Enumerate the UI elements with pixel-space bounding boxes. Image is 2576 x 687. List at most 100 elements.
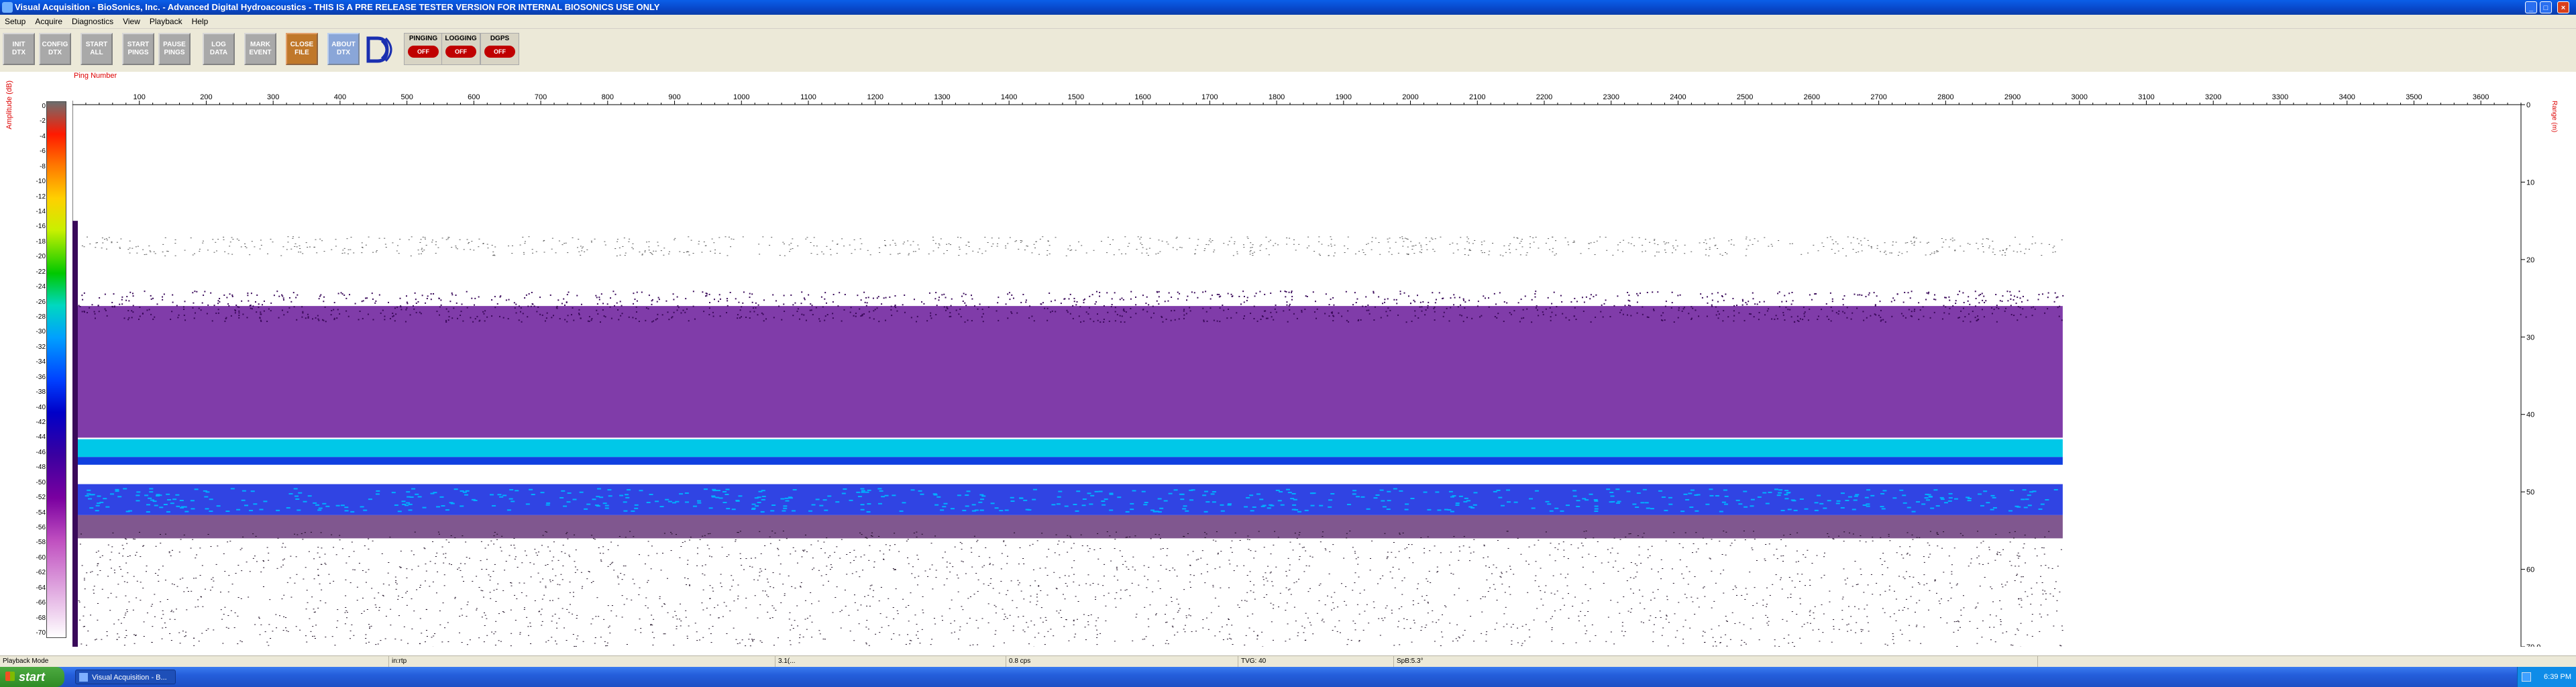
band-highlight bbox=[506, 509, 511, 511]
band-highlight bbox=[1498, 496, 1503, 498]
scatter-speckle bbox=[384, 319, 386, 321]
scatter-speckle bbox=[1568, 319, 1570, 321]
noise-speckle bbox=[99, 557, 101, 558]
noise-speckle bbox=[819, 633, 821, 635]
scatter-speckle bbox=[1787, 309, 1789, 311]
maximize-button[interactable]: □ bbox=[2540, 1, 2552, 13]
echogram-panel[interactable]: 100 200 300 400 500 600 700 800 900 1000 1100 1200 1… bbox=[72, 86, 2541, 647]
scatter-speckle bbox=[1945, 306, 1947, 308]
surface-echo-mark bbox=[1403, 241, 1405, 242]
config-dtx-button[interactable]: CONFIG DTX bbox=[39, 33, 71, 65]
init-dtx-button[interactable]: INIT DTX bbox=[3, 33, 35, 65]
start-all-button[interactable]: START ALL bbox=[80, 33, 113, 65]
scatter-speckle bbox=[568, 291, 570, 293]
noise-speckle bbox=[519, 582, 521, 584]
noise-speckle bbox=[1959, 627, 1961, 628]
surface-echo-mark bbox=[641, 254, 643, 256]
noise-speckle bbox=[1089, 584, 1091, 586]
surface-echo-mark bbox=[1532, 237, 1534, 238]
about-dtx-button[interactable]: ABOUT DTX bbox=[327, 33, 360, 65]
noise-speckle bbox=[1298, 578, 1300, 580]
scatter-speckle bbox=[1481, 315, 1483, 317]
menu-diagnostics[interactable]: Diagnostics bbox=[67, 15, 118, 28]
scatter-speckle bbox=[876, 297, 878, 299]
noise-speckle bbox=[213, 629, 215, 631]
band-highlight bbox=[184, 511, 189, 513]
secondary-echo-band bbox=[78, 484, 2063, 515]
scatter-speckle bbox=[515, 312, 517, 314]
menu-setup[interactable]: Setup bbox=[0, 15, 30, 28]
noise-speckle bbox=[784, 593, 786, 594]
menu-help[interactable]: Help bbox=[187, 15, 213, 28]
scatter-speckle bbox=[1091, 294, 1093, 296]
noise-speckle bbox=[541, 625, 543, 626]
scatter-speckle bbox=[1060, 303, 1062, 305]
scatter-speckle bbox=[1803, 307, 1805, 309]
minimize-button[interactable]: _ bbox=[2525, 1, 2537, 13]
scatter-speckle bbox=[1158, 296, 1160, 298]
scatter-speckle bbox=[119, 303, 121, 305]
scatter-speckle bbox=[1873, 292, 1875, 294]
scatter-speckle bbox=[1262, 316, 1264, 318]
noise-speckle bbox=[1882, 608, 1884, 609]
close-window-button[interactable]: × bbox=[2557, 1, 2569, 13]
noise-speckle bbox=[1778, 646, 1780, 647]
scatter-speckle bbox=[853, 315, 855, 317]
noise-speckle bbox=[1977, 602, 1979, 604]
noise-speckle bbox=[158, 580, 160, 582]
menu-playback[interactable]: Playback bbox=[145, 15, 187, 28]
start-pings-button[interactable]: START PINGS bbox=[122, 33, 154, 65]
log-data-button[interactable]: LOG DATA bbox=[203, 33, 235, 65]
surface-echo-mark bbox=[1709, 238, 1711, 240]
noise-speckle bbox=[529, 562, 531, 564]
surface-echo-mark bbox=[1642, 244, 1644, 246]
scatter-speckle bbox=[1550, 319, 1552, 321]
noise-speckle bbox=[1464, 629, 1466, 631]
surface-echo-mark bbox=[1911, 243, 1913, 244]
scatter-speckle bbox=[270, 310, 272, 312]
band-highlight bbox=[85, 495, 89, 497]
noise-speckle bbox=[1152, 556, 1155, 558]
echogram-chart[interactable]: 100 200 300 400 500 600 700 800 900 1000 1100 1200 1… bbox=[72, 86, 2541, 647]
menu-view[interactable]: View bbox=[118, 15, 145, 28]
noise-speckle bbox=[374, 604, 376, 606]
pause-pings-button[interactable]: PAUSE PINGS bbox=[158, 33, 191, 65]
noise-speckle bbox=[321, 547, 323, 549]
mark-event-button[interactable]: MARK EVENT bbox=[244, 33, 276, 65]
close-file-button[interactable]: CLOSE FILE bbox=[286, 33, 318, 65]
band-highlight bbox=[1765, 503, 1770, 505]
noise-speckle bbox=[196, 554, 198, 556]
surface-echo-mark bbox=[1770, 244, 1772, 245]
noise-speckle bbox=[2015, 634, 2017, 635]
scatter-speckle bbox=[1183, 309, 1185, 311]
band-highlight bbox=[597, 488, 602, 490]
noise-speckle bbox=[1114, 548, 1116, 549]
scatter-speckle bbox=[1717, 317, 1719, 319]
band-highlight bbox=[1762, 492, 1767, 494]
y-tick-label: 0 bbox=[2526, 101, 2530, 109]
noise-speckle bbox=[239, 549, 241, 550]
noise-speckle bbox=[1535, 561, 1537, 562]
scatter-speckle bbox=[971, 295, 973, 297]
noise-speckle bbox=[1538, 539, 1540, 541]
logging-indicator: LOGGING OFF bbox=[441, 33, 480, 65]
noise-speckle bbox=[142, 545, 144, 547]
amplitude-tick-label: -34 bbox=[36, 358, 46, 366]
scatter-speckle bbox=[1213, 319, 1215, 321]
band-highlight bbox=[1064, 505, 1069, 507]
x-tick-label: 1300 bbox=[934, 93, 950, 101]
menu-acquire[interactable]: Acquire bbox=[30, 15, 67, 28]
surface-echo-mark bbox=[435, 244, 437, 246]
band-highlight bbox=[879, 490, 883, 492]
noise-speckle bbox=[1860, 568, 1862, 570]
surface-echo-mark bbox=[105, 248, 107, 250]
band-highlight bbox=[936, 496, 941, 498]
noise-speckle bbox=[133, 634, 135, 635]
scatter-speckle bbox=[1542, 313, 1544, 315]
scatter-speckle bbox=[2033, 306, 2035, 308]
scatter-speckle bbox=[132, 311, 134, 313]
scatter-speckle bbox=[505, 299, 507, 301]
noise-speckle bbox=[1913, 576, 1915, 578]
surface-echo-mark bbox=[129, 240, 131, 242]
amplitude-color-scale[interactable] bbox=[46, 101, 66, 638]
